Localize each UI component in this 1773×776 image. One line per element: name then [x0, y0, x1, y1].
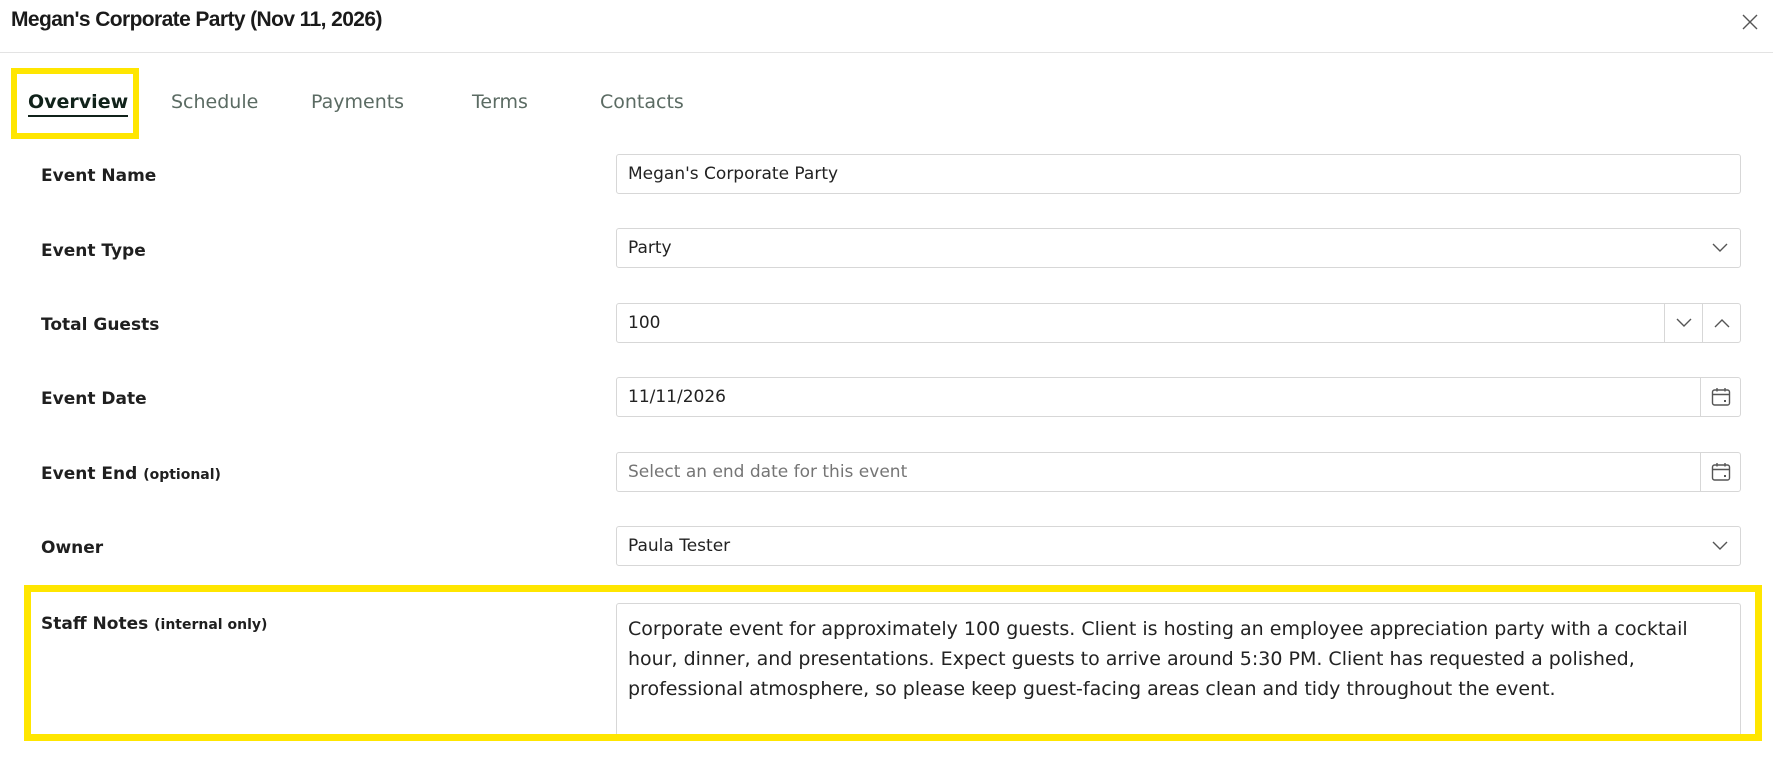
event-date-label: Event Date: [41, 389, 147, 409]
calendar-icon: [1711, 388, 1730, 406]
tab-contacts[interactable]: Contacts: [600, 91, 684, 113]
chevron-up-icon: [1714, 319, 1729, 328]
event-end-placeholder: Select an end date for this event: [628, 462, 908, 482]
total-guests-label: Total Guests: [41, 315, 160, 335]
owner-select[interactable]: Paula Tester: [616, 526, 1741, 566]
event-name-label: Event Name: [41, 166, 157, 186]
dialog-title: Megan's Corporate Party (Nov 11, 2026): [11, 8, 382, 31]
calendar-icon: [1711, 463, 1730, 481]
tab-payments[interactable]: Payments: [311, 91, 404, 113]
owner-label: Owner: [41, 538, 104, 558]
chevron-down-icon: [1712, 541, 1728, 550]
event-type-select[interactable]: Party: [616, 228, 1741, 268]
close-button[interactable]: [1738, 10, 1762, 34]
event-type-label: Event Type: [41, 241, 146, 261]
guests-increment-button[interactable]: [1702, 304, 1740, 342]
owner-dropdown-toggle[interactable]: [1700, 527, 1740, 565]
event-date-input[interactable]: 11/11/2026: [616, 377, 1741, 417]
guests-decrement-button[interactable]: [1664, 304, 1702, 342]
chevron-down-icon: [1676, 318, 1691, 327]
close-icon: [1742, 14, 1758, 30]
total-guests-stepper[interactable]: 100: [616, 303, 1741, 343]
chevron-down-icon: [1712, 243, 1728, 252]
event-type-dropdown-toggle[interactable]: [1700, 229, 1740, 267]
staff-notes-label: Staff Notes (internal only): [41, 614, 268, 634]
tab-schedule[interactable]: Schedule: [171, 91, 258, 113]
tab-overview[interactable]: Overview: [28, 91, 129, 117]
staff-notes-textarea[interactable]: Corporate event for approximately 100 gu…: [616, 603, 1741, 735]
tab-bar: Overview Schedule Payments Terms Contact…: [0, 53, 1773, 143]
dialog-header: Megan's Corporate Party (Nov 11, 2026): [0, 0, 1773, 53]
event-end-input[interactable]: Select an end date for this event: [616, 452, 1741, 492]
event-end-calendar-button[interactable]: [1700, 453, 1740, 491]
event-end-label: Event End (optional): [41, 464, 221, 484]
event-date-calendar-button[interactable]: [1700, 378, 1740, 416]
tab-terms[interactable]: Terms: [472, 91, 528, 113]
event-name-input[interactable]: Megan's Corporate Party: [616, 154, 1741, 194]
